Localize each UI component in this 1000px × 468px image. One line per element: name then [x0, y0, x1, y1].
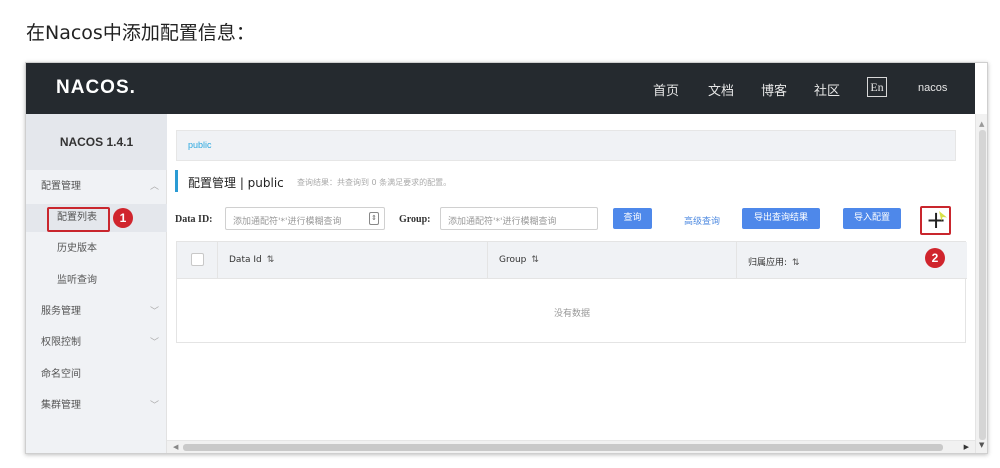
sidebar-item-label: 权限控制: [41, 337, 81, 348]
export-button[interactable]: 导出查询结果: [742, 208, 820, 229]
sort-icon[interactable]: ⇅: [792, 258, 800, 268]
namespace-bar: public: [176, 130, 956, 161]
sidebar-item-label: 配置管理: [41, 181, 81, 192]
sidebar-item-service-management[interactable]: 服务管理 ﹀: [26, 298, 167, 326]
sidebar-item-label: 集群管理: [41, 400, 81, 411]
column-divider: [217, 242, 218, 279]
config-table: Data Id ⇅ Group ⇅ 归属应用: ⇅ 没有数据: [176, 241, 967, 343]
add-config-button[interactable]: +: [920, 206, 951, 235]
group-placeholder: 添加通配符'*'进行模糊查询: [448, 217, 557, 227]
sidebar-item-label: 监听查询: [57, 275, 97, 286]
select-all-checkbox[interactable]: [191, 253, 204, 266]
chevron-down-icon: ﹀: [150, 307, 160, 317]
main-content: public 配置管理 | public 查询结果：共查询到 0 条满足要求的配…: [167, 114, 975, 453]
chevron-down-icon: ﹀: [150, 401, 160, 411]
column-header-app[interactable]: 归属应用: ⇅: [748, 255, 800, 268]
top-navigation-bar: NACOS. 首页 文档 博客 社区 En nacos: [26, 63, 975, 114]
nacos-logo[interactable]: NACOS.: [56, 77, 136, 99]
chevron-up-icon: ︿: [150, 182, 160, 192]
scroll-left-icon[interactable]: ◀: [173, 443, 178, 451]
data-id-label: Data ID:: [175, 214, 213, 225]
query-button[interactable]: 查询: [613, 208, 652, 229]
language-switch[interactable]: En: [867, 77, 887, 97]
namespace-link[interactable]: public: [188, 140, 212, 150]
sidebar-item-cluster-management[interactable]: 集群管理 ﹀: [26, 392, 167, 420]
column-header-data-id[interactable]: Data Id ⇅: [229, 255, 274, 265]
document-heading: 在Nacos中添加配置信息：: [26, 22, 255, 44]
sidebar-item-label: 命名空间: [41, 369, 81, 380]
sidebar: NACOS 1.4.1 配置管理 ︿ 配置列表 历史版本 监听查询 服务管理 ﹀…: [26, 114, 167, 453]
nav-docs[interactable]: 文档: [708, 80, 734, 99]
sidebar-item-config-management[interactable]: 配置管理 ︿: [26, 173, 167, 201]
data-id-input[interactable]: 添加通配符'*'进行模糊查询 ⇕: [225, 207, 385, 230]
data-id-placeholder: 添加通配符'*'进行模糊查询: [233, 217, 342, 227]
empty-state-text: 没有数据: [553, 309, 590, 319]
stepper-icon[interactable]: ⇕: [369, 212, 379, 225]
nav-home[interactable]: 首页: [653, 80, 679, 99]
result-summary: 查询结果：共查询到 0 条满足要求的配置。: [297, 178, 452, 187]
group-label: Group:: [399, 214, 431, 225]
group-input[interactable]: 添加通配符'*'进行模糊查询: [440, 207, 598, 230]
sidebar-item-history[interactable]: 历史版本: [26, 235, 167, 263]
column-divider: [736, 242, 737, 279]
import-button[interactable]: 导入配置: [843, 208, 901, 229]
column-label: 归属应用:: [748, 258, 788, 268]
scroll-right-icon[interactable]: ▶: [964, 443, 969, 451]
table-header: Data Id ⇅ Group ⇅ 归属应用: ⇅: [177, 242, 967, 279]
advanced-query-button[interactable]: 高级查询: [684, 214, 720, 227]
chevron-down-icon: ﹀: [150, 338, 160, 348]
sort-icon[interactable]: ⇅: [267, 255, 275, 265]
sort-icon[interactable]: ⇅: [531, 255, 539, 265]
step-badge-1: 1: [113, 208, 133, 228]
vertical-scrollbar[interactable]: ▲ ▼: [975, 114, 987, 453]
sidebar-item-config-list[interactable]: 配置列表: [26, 204, 167, 232]
sidebar-item-listener-query[interactable]: 监听查询: [26, 267, 167, 295]
version-label: NACOS 1.4.1: [26, 114, 167, 170]
horizontal-scrollbar[interactable]: ◀ ▶: [167, 440, 975, 453]
sidebar-item-access-control[interactable]: 权限控制 ﹀: [26, 329, 167, 357]
sidebar-item-namespace[interactable]: 命名空间: [26, 361, 167, 389]
plus-icon: +: [926, 206, 947, 234]
browser-window: NACOS. 首页 文档 博客 社区 En nacos NACOS 1.4.1 …: [25, 62, 988, 454]
column-label: Group: [499, 255, 527, 265]
user-name[interactable]: nacos: [918, 82, 947, 94]
nav-blog[interactable]: 博客: [761, 80, 787, 99]
sidebar-item-label: 配置列表: [57, 212, 97, 223]
column-header-group[interactable]: Group ⇅: [499, 255, 539, 265]
column-divider: [487, 242, 488, 279]
scrollbar-thumb[interactable]: [979, 130, 986, 440]
column-label: Data Id: [229, 255, 262, 265]
scroll-up-icon[interactable]: ▲: [979, 120, 984, 128]
page-header: 配置管理 | public 查询结果：共查询到 0 条满足要求的配置。: [175, 170, 451, 192]
step-badge-2: 2: [925, 248, 945, 268]
nav-community[interactable]: 社区: [814, 80, 840, 99]
scrollbar-thumb[interactable]: [183, 444, 943, 451]
sidebar-item-label: 历史版本: [57, 243, 97, 254]
scroll-down-icon[interactable]: ▼: [979, 441, 984, 449]
page-title: 配置管理 | public: [188, 176, 284, 190]
sidebar-item-label: 服务管理: [41, 306, 81, 317]
